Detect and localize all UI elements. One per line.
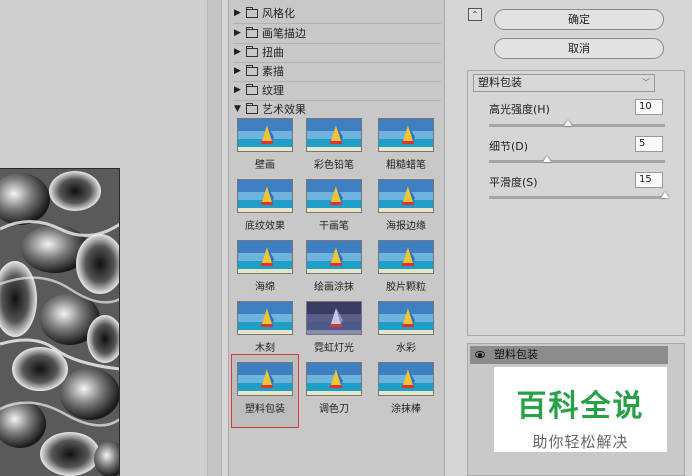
filter-thumbnail-label: 壁画 — [255, 160, 275, 171]
filter-thumbnail-image — [306, 118, 362, 152]
filter-thumbnail-label: 海绵 — [255, 282, 275, 293]
filter-thumbnail[interactable]: 底纹效果 — [234, 179, 296, 232]
filter-thumbnail-image — [306, 179, 362, 213]
filter-thumbnail-image — [378, 118, 434, 152]
filter-thumbnail-image — [378, 362, 434, 396]
highlight-strength-input[interactable]: 10 — [635, 99, 663, 115]
filter-thumbnail-label: 涂抹棒 — [391, 404, 421, 415]
folder-brush-strokes[interactable]: ▶ 画笔描边 — [232, 24, 306, 42]
watermark-subtitle: 助你轻松解决 — [532, 433, 629, 451]
filter-thumbnail[interactable]: 海报边缘 — [375, 179, 437, 232]
filter-thumbnail-label: 绘画涂抹 — [314, 282, 354, 293]
folder-label: 扭曲 — [262, 46, 284, 59]
filter-thumbnail-label: 底纹效果 — [245, 221, 285, 232]
watermark-logo: 百科全说 助你轻松解决 — [494, 367, 667, 452]
folder-open-icon — [246, 102, 258, 114]
filter-thumbnail[interactable]: 木刻 — [234, 301, 296, 354]
smoothness-slider[interactable] — [489, 192, 669, 199]
filter-thumbnail-image — [237, 179, 293, 213]
filter-thumbnail-image — [378, 301, 434, 335]
effect-layer-row[interactable]: 塑料包装 — [470, 346, 668, 364]
filter-thumbnail[interactable]: 粗糙蜡笔 — [375, 118, 437, 171]
folder-label: 画笔描边 — [262, 27, 306, 40]
filter-thumbnail-label: 干画笔 — [319, 221, 349, 232]
filter-thumbnail[interactable]: 干画笔 — [303, 179, 365, 232]
plastic-wrap-preview-render — [0, 169, 119, 476]
folder-icon — [246, 64, 258, 76]
expand-triangle-icon: ▶ — [234, 8, 241, 18]
eye-icon[interactable] — [475, 351, 485, 358]
filter-thumbnail[interactable]: 调色刀 — [303, 362, 365, 415]
ok-button[interactable]: 确定 — [494, 9, 664, 30]
folder-label: 艺术效果 — [262, 103, 306, 116]
expand-triangle-icon: ▶ — [234, 28, 241, 38]
smoothness-label: 平滑度(S) — [489, 176, 538, 189]
filter-thumbnail[interactable]: 海绵 — [234, 240, 296, 293]
folder-stylize[interactable]: ▶ 风格化 — [232, 4, 295, 22]
folder-icon — [246, 6, 258, 18]
filter-thumbnail-label: 海报边缘 — [386, 221, 426, 232]
preview-pane — [0, 0, 222, 476]
slider-thumb[interactable] — [661, 192, 669, 198]
detail-slider[interactable] — [489, 156, 665, 163]
filter-thumbnail-image — [378, 179, 434, 213]
folder-label: 素描 — [262, 65, 284, 78]
preview-scrollbar[interactable] — [207, 0, 221, 476]
filter-select-dropdown[interactable]: 塑料包装 ﹀ — [473, 74, 655, 92]
filter-select-value: 塑料包装 — [478, 76, 522, 89]
filter-thumbnail[interactable]: 水彩 — [375, 301, 437, 354]
expand-triangle-icon: ▶ — [234, 47, 241, 57]
folder-sketch[interactable]: ▶ 素描 — [232, 62, 284, 80]
filter-thumbnail-label: 彩色铅笔 — [314, 160, 354, 171]
filter-thumbnail-image — [306, 362, 362, 396]
folder-distort[interactable]: ▶ 扭曲 — [232, 43, 284, 61]
watermark-title: 百科全说 — [516, 390, 645, 423]
filter-thumbnail[interactable]: 胶片颗粒 — [375, 240, 437, 293]
filter-thumbnail-label: 霓虹灯光 — [314, 343, 354, 354]
filter-thumbnail-image — [237, 240, 293, 274]
effect-layer-label: 塑料包装 — [494, 348, 538, 361]
collapse-panel-icon[interactable]: ⌃ — [468, 8, 482, 21]
slider-thumb[interactable] — [543, 156, 552, 162]
filter-thumbnail[interactable]: 涂抹棒 — [375, 362, 437, 415]
expand-triangle-icon: ▶ — [234, 85, 241, 95]
folder-icon — [246, 83, 258, 95]
filter-thumbnail-label: 粗糙蜡笔 — [386, 160, 426, 171]
slider-thumb[interactable] — [564, 120, 573, 126]
filter-thumbnail-image — [306, 240, 362, 274]
highlight-strength-slider[interactable] — [489, 120, 665, 127]
chevron-down-icon: ﹀ — [642, 78, 650, 87]
folder-icon — [246, 45, 258, 57]
detail-input[interactable]: 5 — [635, 136, 663, 152]
preview-image[interactable] — [0, 168, 120, 476]
filter-thumbnail-image — [237, 301, 293, 335]
detail-label: 细节(D) — [489, 140, 529, 153]
filter-thumbnail[interactable]: 绘画涂抹 — [303, 240, 365, 293]
expand-triangle-icon: ▶ — [234, 66, 241, 76]
folder-label: 纹理 — [262, 84, 284, 97]
filter-thumbnail-image — [237, 118, 293, 152]
filter-thumbnail-image — [378, 240, 434, 274]
collapse-triangle-icon: ▼ — [234, 104, 241, 114]
filter-thumbnail-label: 调色刀 — [319, 404, 349, 415]
filter-thumbnail[interactable]: 塑料包装 — [234, 362, 296, 415]
filter-thumbnail-label: 胶片颗粒 — [386, 282, 426, 293]
cancel-button[interactable]: 取消 — [494, 38, 664, 59]
highlight-strength-label: 高光强度(H) — [489, 103, 550, 116]
folder-texture[interactable]: ▶ 纹理 — [232, 81, 284, 99]
filter-thumbnail-label: 塑料包装 — [245, 404, 285, 415]
folder-icon — [246, 26, 258, 38]
smoothness-input[interactable]: 15 — [635, 172, 663, 188]
filter-thumbnail-label: 木刻 — [255, 343, 275, 354]
filter-thumbnail[interactable]: 霓虹灯光 — [303, 301, 365, 354]
filter-thumbnail-label: 水彩 — [396, 343, 416, 354]
filter-thumbnail-image — [237, 362, 293, 396]
filter-thumbnail[interactable]: 彩色铅笔 — [303, 118, 365, 171]
filter-thumbnail-image — [306, 301, 362, 335]
folder-artistic[interactable]: ▼ 艺术效果 — [232, 100, 306, 118]
filter-thumbnail[interactable]: 壁画 — [234, 118, 296, 171]
folder-label: 风格化 — [262, 7, 295, 20]
